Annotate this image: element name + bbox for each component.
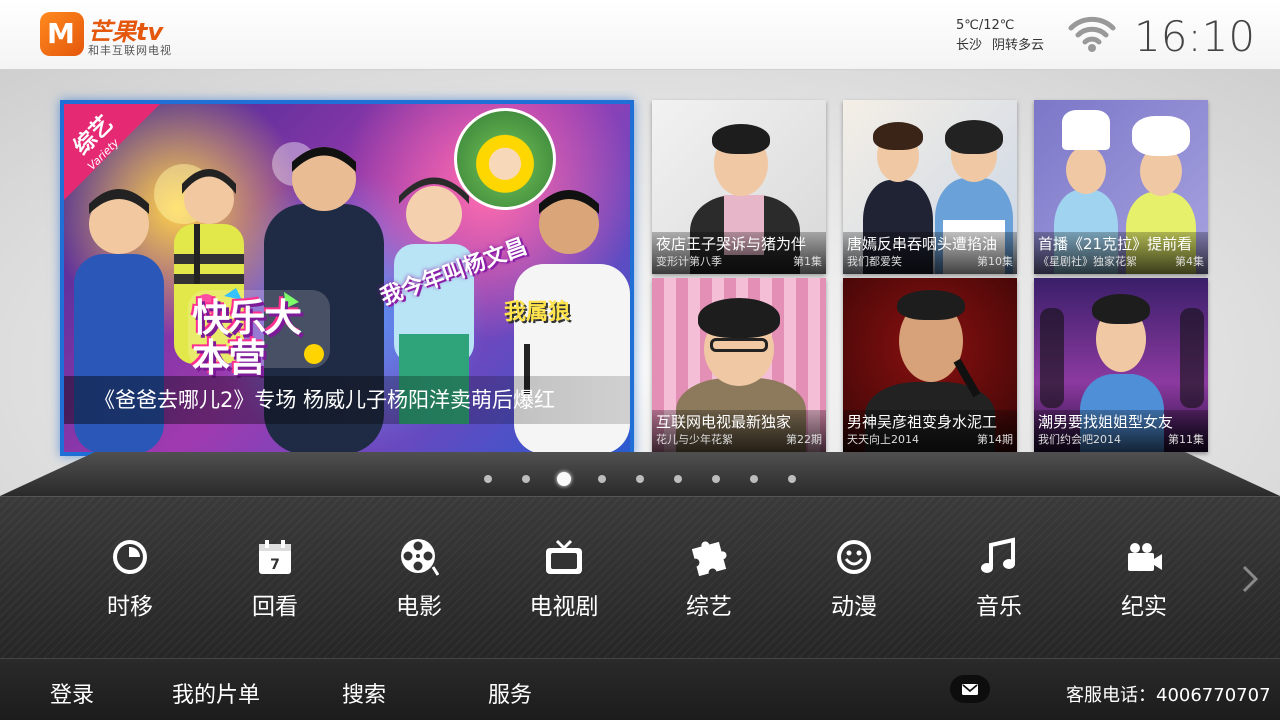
category-label: 动漫: [831, 594, 877, 620]
weather-condition: 阴转多云: [992, 38, 1045, 53]
video-camera-icon: [1128, 543, 1162, 571]
category-music[interactable]: 音乐: [944, 537, 1054, 627]
tile-episode: 第14期: [977, 433, 1013, 446]
featured-caption: 《爸爸去哪儿2》专场 杨威儿子杨阳洋卖萌后爆红: [64, 376, 630, 424]
page-dot-8[interactable]: [750, 475, 758, 483]
tile-series: 花儿与少年花絮: [656, 433, 733, 446]
tile-series: 天天向上2014: [847, 433, 919, 446]
tv-icon: [546, 539, 582, 574]
weather-temp: 5℃/12℃: [956, 18, 1015, 33]
film-reel-icon: [401, 539, 439, 576]
featured-banner[interactable]: 快乐大本营 我今年叫杨文昌 我属狼 综艺 Variety 《爸爸去哪儿2》专场 …: [60, 100, 634, 456]
tile-6-caption: 潮男要找姐姐型女友 我们约会吧2014 第11集: [1034, 410, 1208, 452]
top-bar: M 芒果tv 和丰互联网电视 5℃/12℃ 长沙 阴转多云 16:10: [0, 0, 1280, 70]
tile-2-caption: 唐嫣反串吞咽头遭掐油 我们都爱笑 第10集: [843, 232, 1017, 274]
weather-city: 长沙: [956, 38, 983, 53]
tile-episode: 第10集: [977, 255, 1013, 268]
tile-series: 变形计第八季: [656, 255, 722, 268]
quote-bubble-2: 我属狼: [504, 300, 571, 325]
category-label: 回看: [252, 594, 298, 620]
clock-icon: [113, 540, 147, 574]
category-label: 音乐: [976, 594, 1022, 620]
tile-4-caption: 互联网电视最新独家 花儿与少年花絮 第22期: [652, 410, 826, 452]
category-label: 电影: [396, 594, 442, 620]
tile-episode: 第22期: [786, 433, 822, 446]
puzzle-icon: [691, 541, 727, 577]
tile-1-caption: 夜店王子哭诉与猪为伴 变形计第八季 第1集: [652, 232, 826, 274]
chevron-right-icon[interactable]: [1236, 563, 1264, 595]
search-button[interactable]: 搜索: [342, 677, 386, 709]
page-dot-9[interactable]: [788, 475, 796, 483]
mango-tv-logo: M 芒果tv 和丰互联网电视: [40, 12, 190, 58]
page-dot-6[interactable]: [674, 475, 682, 483]
logo-subtitle: 和丰互联网电视: [88, 44, 172, 57]
category-bar: 时移 7 回看 电影 电视剧 综艺 动漫 音乐 纪实: [0, 496, 1280, 658]
category-label: 综艺: [686, 594, 732, 620]
category-movie[interactable]: 电影: [364, 537, 474, 627]
login-button[interactable]: 登录: [50, 677, 94, 709]
page-dot-2[interactable]: [522, 475, 530, 483]
calendar-day: 7: [270, 557, 280, 573]
tile-title: 潮男要找姐姐型女友: [1038, 413, 1174, 431]
tile-series: 《星剧社》独家花絮: [1038, 255, 1137, 268]
tile-episode: 第4集: [1175, 255, 1204, 268]
tile-episode: 第11集: [1168, 433, 1204, 446]
customer-hotline: 客服电话：4006770707: [1066, 685, 1271, 706]
tile-title: 首播《21克拉》提前看: [1038, 235, 1193, 253]
category-label: 纪实: [1121, 594, 1167, 620]
tile-series: 我们约会吧2014: [1038, 433, 1121, 446]
mango-logo-icon: M: [40, 12, 84, 56]
weather-widget: 5℃/12℃ 长沙 阴转多云: [956, 16, 1044, 56]
my-list-button[interactable]: 我的片单: [172, 677, 260, 709]
wifi-icon: [1068, 16, 1116, 52]
clock: 16:10: [1134, 12, 1256, 61]
page-dot-3-active[interactable]: [557, 472, 571, 486]
tile-2[interactable]: 唐嫣反串吞咽头遭掐油 我们都爱笑 第10集: [843, 100, 1017, 274]
show-logo-text: 快乐大本营: [192, 296, 302, 380]
category-anime[interactable]: 动漫: [799, 537, 909, 627]
smiley-icon: [837, 540, 871, 574]
tile-series: 我们都爱笑: [847, 255, 902, 268]
page-dot-5[interactable]: [636, 475, 644, 483]
tile-episode: 第1集: [793, 255, 822, 268]
tile-title: 夜店王子哭诉与猪为伴: [656, 235, 807, 253]
tile-title: 互联网电视最新独家: [656, 413, 792, 431]
page-dot-4[interactable]: [598, 475, 606, 483]
tile-4[interactable]: 互联网电视最新独家 花儿与少年花絮 第22期: [652, 278, 826, 452]
category-label: 时移: [107, 594, 153, 620]
music-note-icon: [981, 537, 1015, 573]
tile-3[interactable]: 首播《21克拉》提前看 《星剧社》独家花絮 第4集: [1034, 100, 1208, 274]
category-label: 电视剧: [529, 594, 599, 620]
page-dot-7[interactable]: [712, 475, 720, 483]
tile-5[interactable]: 男神吴彦祖变身水泥工 天天向上2014 第14期: [843, 278, 1017, 452]
tile-6[interactable]: 潮男要找姐姐型女友 我们约会吧2014 第11集: [1034, 278, 1208, 452]
tile-3-caption: 首播《21克拉》提前看 《星剧社》独家花絮 第4集: [1034, 232, 1208, 274]
service-button[interactable]: 服务: [488, 677, 532, 709]
mail-envelope-glyph: [962, 684, 978, 695]
bottom-nav: 登录 我的片单 搜索 服务 客服电话：4006770707: [0, 658, 1280, 720]
category-timeshift[interactable]: 时移: [75, 537, 185, 627]
category-replay[interactable]: 7 回看: [220, 537, 330, 627]
category-variety[interactable]: 综艺: [654, 537, 764, 627]
tile-title: 男神吴彦祖变身水泥工: [847, 413, 998, 431]
logo-mark-letter: M: [47, 17, 75, 50]
tile-1[interactable]: 夜店王子哭诉与猪为伴 变形计第八季 第1集: [652, 100, 826, 274]
tile-5-caption: 男神吴彦祖变身水泥工 天天向上2014 第14期: [843, 410, 1017, 452]
inset-photo: [454, 108, 556, 210]
page-indicator: [482, 472, 802, 486]
calendar-icon: 7: [259, 540, 291, 574]
category-tv-series[interactable]: 电视剧: [509, 537, 619, 627]
page-dot-1[interactable]: [484, 475, 492, 483]
tile-title: 唐嫣反串吞咽头遭掐油: [847, 235, 998, 253]
category-documentary[interactable]: 纪实: [1089, 537, 1199, 627]
mail-icon[interactable]: [950, 675, 990, 703]
